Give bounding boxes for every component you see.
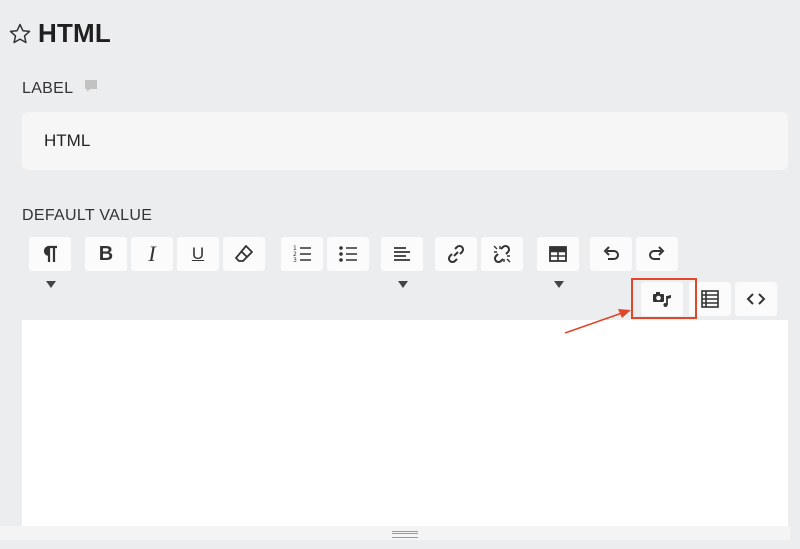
list-view-icon: [701, 290, 719, 308]
unlink-icon: [493, 244, 511, 264]
clear-format-button[interactable]: [223, 237, 265, 271]
highlight-box: [631, 278, 697, 319]
code-view-icon: [746, 293, 766, 305]
unordered-list-button[interactable]: [327, 237, 369, 271]
annotation-arrow-icon: [564, 309, 631, 334]
comment-icon[interactable]: [83, 79, 99, 95]
unordered-list-icon: [339, 246, 357, 262]
ordered-list-icon: 1 2 3: [293, 245, 311, 264]
align-caret-icon[interactable]: [398, 281, 408, 288]
code-view-button[interactable]: [735, 282, 777, 316]
svg-text:3: 3: [293, 257, 297, 264]
star-outline-icon[interactable]: [8, 22, 32, 46]
redo-icon: [649, 246, 665, 260]
link-icon: [447, 244, 465, 264]
bold-button[interactable]: B: [85, 237, 127, 271]
underline-button[interactable]: U: [177, 237, 219, 271]
unlink-button[interactable]: [481, 237, 523, 271]
default-value-row: DEFAULT VALUE: [22, 207, 152, 225]
paragraph-caret-icon[interactable]: [46, 281, 56, 288]
label-heading: LABEL: [22, 80, 74, 97]
table-icon: [549, 246, 567, 262]
ordered-list-button[interactable]: 1 2 3: [281, 237, 323, 271]
underline-icon: U: [191, 244, 205, 263]
paragraph-icon: [43, 245, 57, 262]
bold-icon: B: [98, 242, 114, 265]
table-caret-icon[interactable]: [554, 281, 564, 288]
html-editor-area[interactable]: [22, 320, 788, 526]
eraser-icon: [235, 245, 253, 262]
title-row: HTML: [8, 18, 111, 49]
align-button[interactable]: [381, 237, 423, 271]
link-button[interactable]: [435, 237, 477, 271]
page-title: HTML: [38, 18, 111, 48]
table-button[interactable]: [537, 237, 579, 271]
italic-icon: I: [148, 241, 156, 266]
undo-icon: [603, 246, 619, 260]
default-value-heading: DEFAULT VALUE: [22, 207, 153, 224]
italic-button[interactable]: I: [131, 237, 173, 271]
label-input[interactable]: HTML: [22, 112, 788, 170]
resize-grip-icon[interactable]: [392, 531, 418, 538]
align-left-icon: [394, 247, 410, 261]
redo-button[interactable]: [636, 237, 678, 271]
paragraph-format-button[interactable]: [29, 237, 71, 271]
label-row: LABEL: [22, 80, 99, 98]
undo-button[interactable]: [590, 237, 632, 271]
